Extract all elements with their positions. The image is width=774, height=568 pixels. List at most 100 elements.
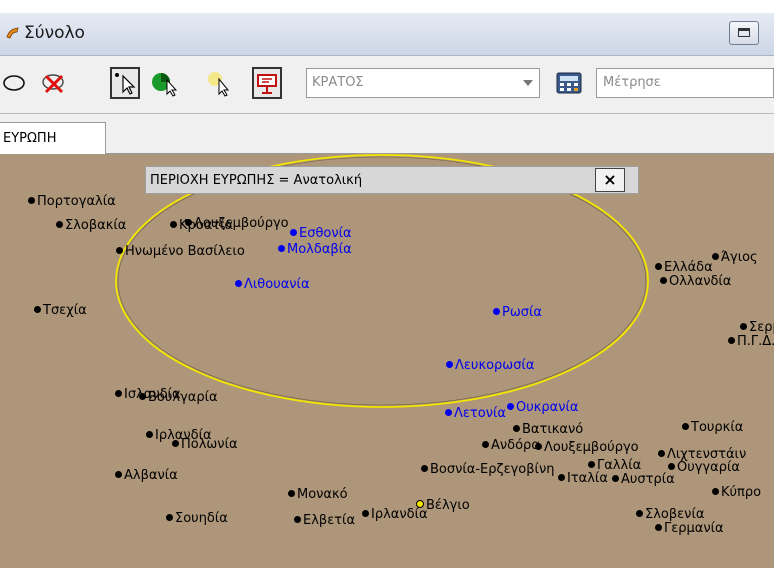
country-point[interactable]: Σλοβενία bbox=[636, 507, 704, 522]
country-dot bbox=[728, 337, 735, 344]
country-dot bbox=[682, 423, 689, 430]
country-dot bbox=[185, 219, 192, 226]
country-dot bbox=[712, 253, 719, 260]
country-dot bbox=[507, 403, 514, 410]
lasso-tool-icon bbox=[3, 75, 25, 91]
country-point[interactable]: Πολωνία bbox=[172, 437, 238, 452]
country-dot bbox=[278, 245, 285, 252]
toolbar: ΚΡΑΤΟΣ Μέτρησε bbox=[0, 56, 774, 114]
select-pointer-icon bbox=[115, 73, 136, 95]
country-point[interactable]: Βοσνία-Ερζεγοβίνη bbox=[421, 462, 554, 477]
lasso-tool-button[interactable] bbox=[2, 67, 32, 99]
calculator-icon[interactable] bbox=[556, 71, 582, 95]
country-dot bbox=[34, 306, 41, 313]
dimension-combo-value: ΚΡΑΤΟΣ bbox=[312, 75, 364, 90]
selection-info-text: ΠΕΡΙΟΧΗ ΕΥΡΩΠΗΣ = Ανατολική bbox=[150, 173, 363, 188]
country-dot bbox=[172, 440, 179, 447]
country-dot bbox=[170, 221, 177, 228]
country-point[interactable]: Λουξεμβούργο bbox=[535, 440, 639, 455]
country-dot bbox=[28, 197, 35, 204]
country-dot bbox=[668, 463, 675, 470]
country-point[interactable]: Βέλγιο bbox=[416, 498, 470, 513]
country-dot bbox=[235, 280, 242, 287]
country-dot bbox=[421, 465, 428, 472]
country-dot bbox=[288, 490, 295, 497]
tab-europe[interactable]: ΕΥΡΩΠΗ bbox=[0, 122, 106, 155]
country-point[interactable]: Ανδόρα bbox=[482, 438, 540, 453]
selection-info-bar: ΠΕΡΙΟΧΗ ΕΥΡΩΠΗΣ = Ανατολική × bbox=[145, 166, 639, 194]
country-point[interactable]: Ελβετία bbox=[294, 513, 355, 528]
country-dot bbox=[636, 510, 643, 517]
country-dot bbox=[588, 461, 595, 468]
country-point-selected[interactable]: Λετονία bbox=[445, 406, 506, 421]
presentation-button[interactable] bbox=[252, 67, 282, 99]
country-point[interactable]: Γερμανία bbox=[655, 521, 724, 536]
country-point[interactable]: Βατικανό bbox=[513, 422, 583, 437]
highlight-pointer-icon bbox=[208, 72, 230, 97]
country-point[interactable]: Ιταλία bbox=[558, 471, 608, 486]
tab-strip: ΕΥΡΩΠΗ bbox=[0, 114, 774, 155]
country-dot bbox=[535, 443, 542, 450]
country-dot bbox=[612, 475, 619, 482]
highlight-pointer-button[interactable] bbox=[205, 67, 235, 99]
chevron-down-icon[interactable] bbox=[523, 80, 533, 86]
country-point[interactable]: Ελλάδα bbox=[655, 260, 713, 275]
country-point-selected[interactable]: Ρωσία bbox=[493, 305, 542, 320]
country-dot bbox=[558, 474, 565, 481]
country-dot bbox=[294, 516, 301, 523]
country-dot bbox=[115, 390, 122, 397]
selection-layer bbox=[115, 154, 649, 408]
country-dot bbox=[660, 277, 667, 284]
clear-selection-icon bbox=[42, 74, 64, 94]
restore-window-button[interactable] bbox=[729, 21, 759, 45]
measure-field[interactable]: Μέτρησε bbox=[596, 68, 774, 98]
country-point[interactable]: Πορτογαλία bbox=[28, 194, 116, 209]
dimension-combo[interactable]: ΚΡΑΤΟΣ bbox=[306, 68, 540, 98]
country-dot bbox=[116, 247, 123, 254]
country-dot bbox=[56, 221, 63, 228]
country-dot bbox=[115, 471, 122, 478]
country-dot bbox=[139, 393, 146, 400]
country-point[interactable]: Αυστρία bbox=[612, 472, 675, 487]
country-point[interactable]: Τσεχία bbox=[34, 303, 87, 318]
presentation-icon bbox=[257, 74, 277, 94]
country-point[interactable]: Π.Γ.Δ. bbox=[728, 334, 774, 349]
country-point-selected[interactable]: Μολδαβία bbox=[278, 242, 352, 257]
country-point[interactable]: Αλβανία bbox=[115, 468, 178, 483]
country-point[interactable]: Μονακό bbox=[288, 487, 348, 502]
pie-select-button[interactable] bbox=[150, 67, 180, 99]
country-point[interactable]: Ολλανδία bbox=[660, 274, 731, 289]
country-point-selected[interactable]: Ουκρανία bbox=[507, 400, 578, 415]
country-point-selected[interactable]: Εσθονία bbox=[290, 226, 352, 241]
country-dot bbox=[362, 510, 369, 517]
country-point-selected[interactable]: Λευκορωσία bbox=[446, 358, 534, 373]
country-point[interactable]: Άγιος bbox=[712, 250, 758, 265]
country-point[interactable]: Ουγγαρία bbox=[668, 460, 740, 475]
map-canvas[interactable]: Πορτογαλία Σλοβακία Κροατία Λουξεμβούργο… bbox=[0, 154, 774, 568]
country-point[interactable]: Τουρκία bbox=[682, 420, 743, 435]
country-dot bbox=[658, 450, 665, 457]
country-point-selected[interactable]: Λιθουανία bbox=[235, 277, 310, 292]
country-dot bbox=[446, 361, 453, 368]
country-dot bbox=[482, 441, 489, 448]
country-point[interactable]: Σουηδία bbox=[166, 511, 228, 526]
close-selection-button[interactable]: × bbox=[595, 168, 625, 192]
country-point[interactable]: Σλοβακία bbox=[56, 218, 126, 233]
country-dot bbox=[655, 263, 662, 270]
country-dot bbox=[290, 229, 297, 236]
clear-selection-button[interactable] bbox=[40, 67, 70, 99]
country-point[interactable]: Σερβ bbox=[740, 320, 774, 335]
country-dot bbox=[493, 308, 500, 315]
select-pointer-button[interactable] bbox=[110, 67, 140, 99]
country-point[interactable]: Κύπρο bbox=[712, 485, 761, 500]
title-bar: Σύνολο bbox=[0, 13, 774, 56]
tab-europe-label: ΕΥΡΩΠΗ bbox=[3, 131, 57, 146]
country-dot bbox=[740, 323, 747, 330]
country-point[interactable]: Ηνωμένο Βασίλειο bbox=[116, 244, 245, 259]
restore-icon bbox=[738, 28, 750, 37]
country-dot bbox=[513, 425, 520, 432]
country-dot bbox=[166, 514, 173, 521]
country-point[interactable]: Βουλγαρία bbox=[139, 390, 218, 405]
window-title: Σύνολο bbox=[24, 23, 85, 43]
country-point[interactable]: Λουξεμβούργο bbox=[185, 216, 289, 231]
